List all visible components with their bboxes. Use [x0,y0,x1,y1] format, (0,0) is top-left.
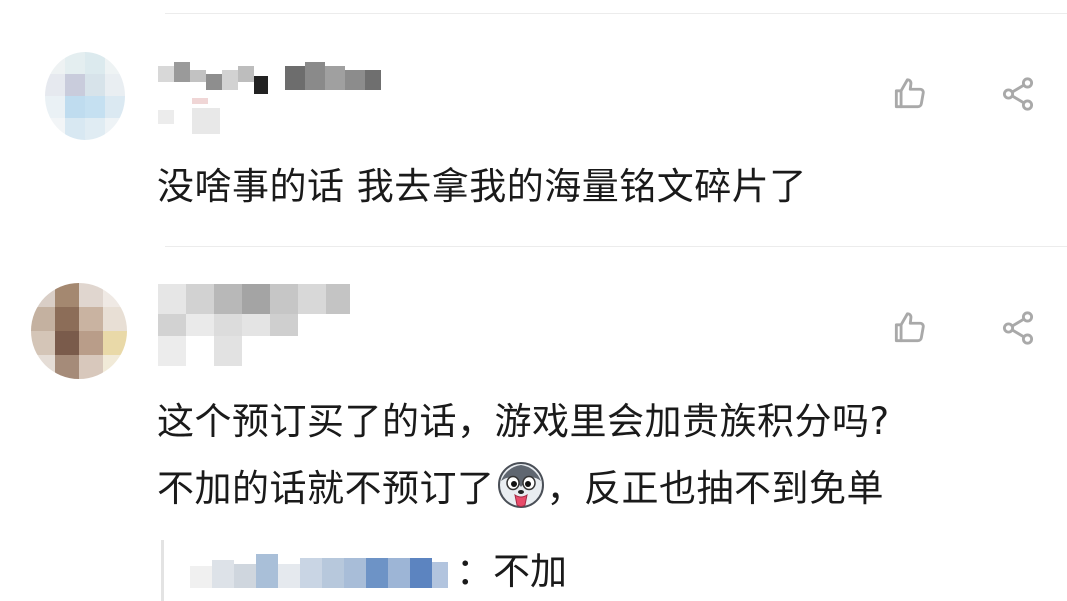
thumbs-up-outline-icon [894,78,925,109]
thumbs-up-outline-icon [894,312,925,343]
comment-text-part: ，反正也抽不到免单 [546,467,884,510]
comment-text: 没啥事的话 我去拿我的海量铭文碎片了 [157,165,807,208]
like-button[interactable] [887,306,931,350]
avatar[interactable] [45,52,125,140]
share-icon [1002,311,1034,345]
username-blurred[interactable] [158,60,383,140]
reply-text: ：不加 [456,550,567,593]
username-blurred[interactable] [158,284,353,374]
share-icon [1002,77,1034,111]
avatar[interactable] [31,283,127,379]
comment-text-line-2: 不加的话就不预订了 ，反正也抽不到免单 [157,456,884,522]
share-button[interactable] [996,306,1040,350]
comment-divider [165,246,1067,247]
top-divider [165,13,1067,14]
reply-username-blurred [190,554,448,588]
reply-preview[interactable]: ：不加 [161,540,567,601]
share-button[interactable] [996,72,1040,116]
like-button[interactable] [887,72,931,116]
comment-text-line-1: 这个预订买了的话，游戏里会加贵族积分吗? [157,400,890,443]
comment-text-part: 不加的话就不预订了 [157,467,495,510]
husky-tongue-emoji [497,462,544,508]
